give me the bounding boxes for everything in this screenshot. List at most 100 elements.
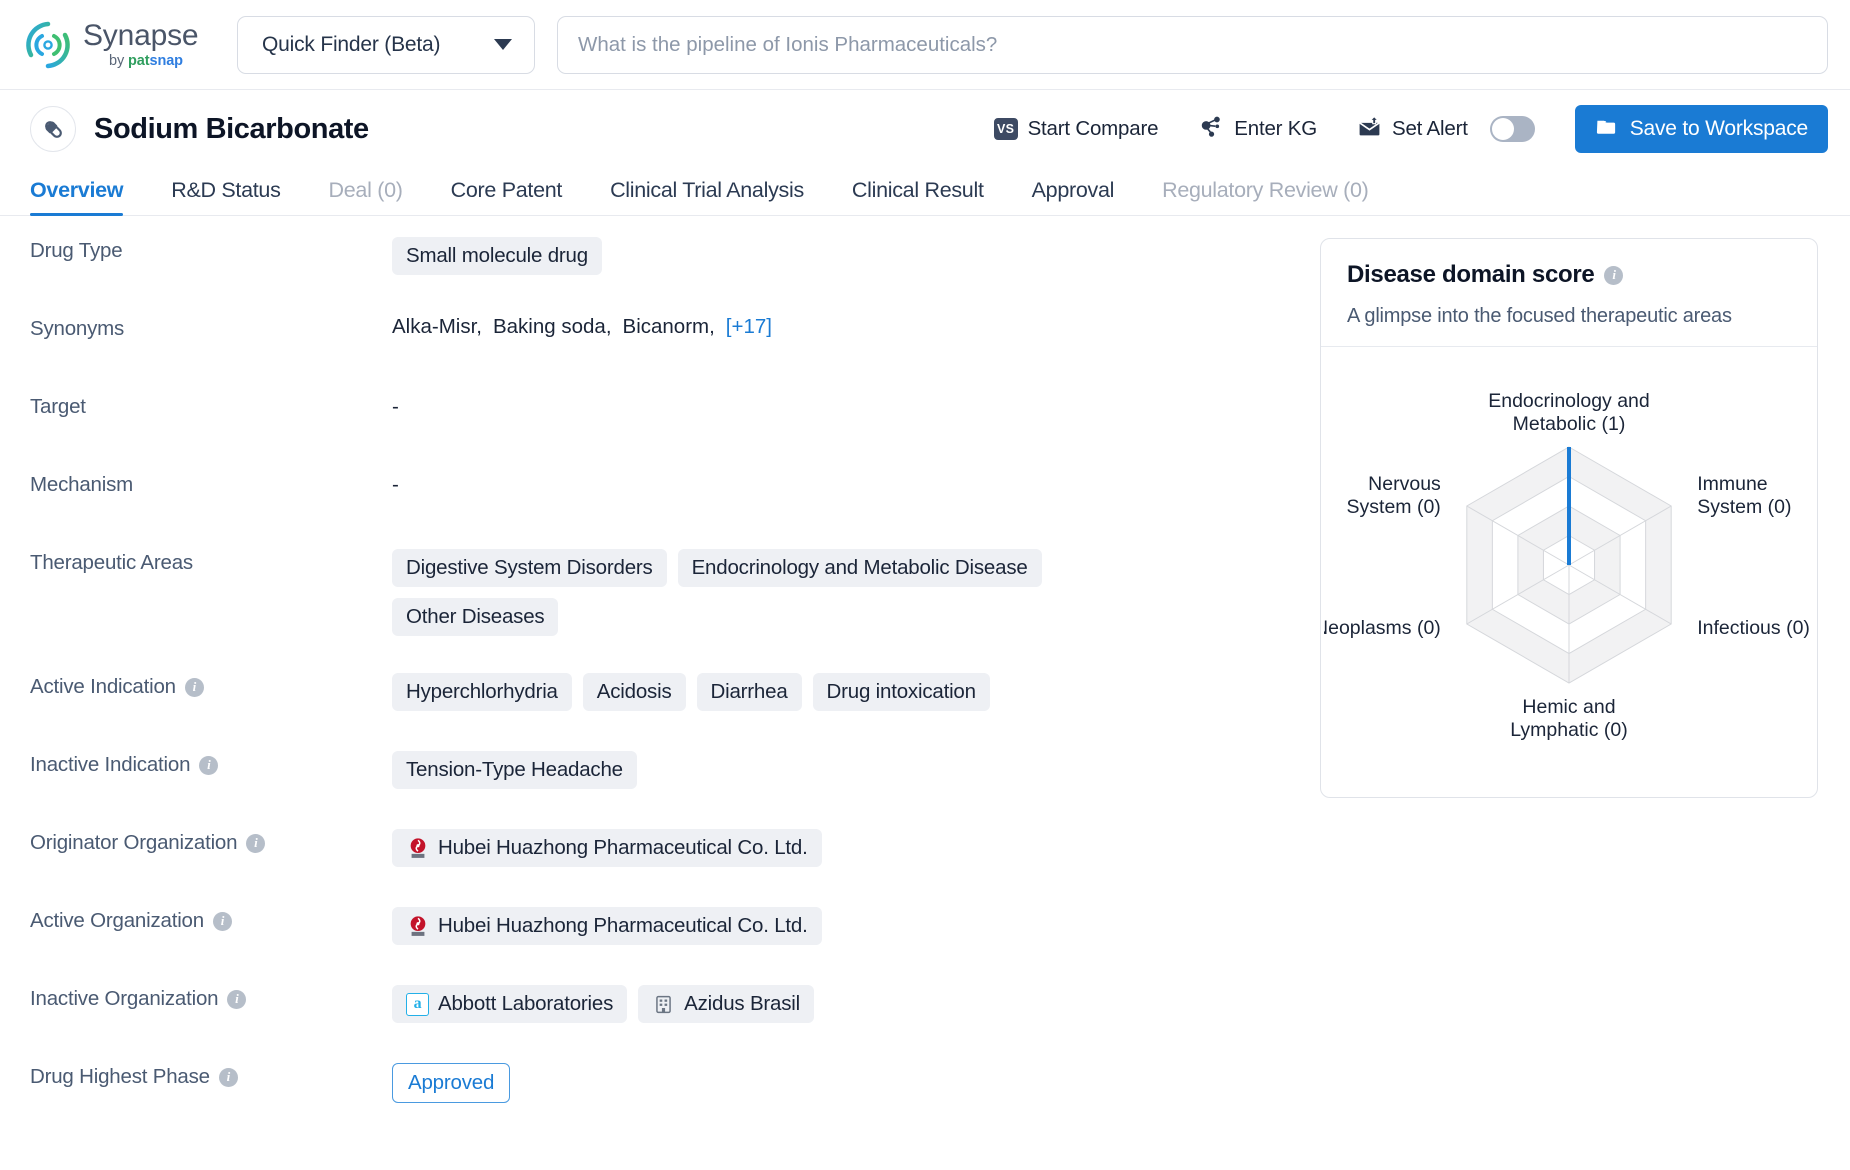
tab-overview[interactable]: Overview	[30, 178, 147, 216]
tab-clinical-trial-analysis[interactable]: Clinical Trial Analysis	[586, 178, 828, 215]
field-inactive-indication: Inactive Indication i Tension-Type Heada…	[30, 748, 1320, 792]
info-icon[interactable]: i	[227, 989, 247, 1009]
chip-inactive-organization[interactable]: a Abbott Laboratories	[392, 985, 628, 1023]
top-bar: Synapse by patsnap Quick Finder (Beta)	[0, 0, 1850, 90]
quick-finder-label: Quick Finder (Beta)	[262, 32, 441, 56]
field-label-therapeutic-areas: Therapeutic Areas	[30, 551, 193, 574]
field-label-originator-organization: Originator Organization	[30, 831, 238, 854]
svg-text:NervousSystem (0): Nervous System (0)	[1347, 473, 1442, 518]
disease-domain-score-subtitle: A glimpse into the focused therapeutic a…	[1347, 305, 1732, 327]
chip-active-indication[interactable]: Hyperchlorhydria	[392, 673, 572, 711]
quick-finder-dropdown[interactable]: Quick Finder (Beta)	[237, 15, 535, 74]
info-icon[interactable]: i	[218, 1067, 238, 1087]
field-synonyms: Synonyms Alka-Misr, Baking soda, Bicanor…	[30, 312, 1320, 356]
alert-mail-icon	[1357, 114, 1382, 145]
chip-originator-organization[interactable]: Hubei Huazhong Pharmaceutical Co. Ltd.	[392, 829, 822, 867]
field-active-indication: Active Indication i Hyperchlorhydria Aci…	[30, 670, 1320, 714]
tab-approval[interactable]: Approval	[1008, 178, 1138, 215]
synonyms-more-link[interactable]: [+17]	[726, 315, 772, 339]
set-alert-control[interactable]: Set Alert	[1357, 114, 1535, 145]
chip-active-indication[interactable]: Diarrhea	[696, 673, 802, 711]
svg-text:Neoplasms (0): Neoplasms (0)	[1324, 617, 1441, 639]
chip-therapeutic-area[interactable]: Other Diseases	[392, 598, 559, 636]
chip-drug-type[interactable]: Small molecule drug	[392, 237, 602, 275]
svg-text:ImmuneSystem (0): Immune System (0)	[1697, 473, 1791, 518]
enter-kg-button[interactable]: Enter KG	[1198, 113, 1317, 145]
search-bar[interactable]	[557, 15, 1828, 74]
field-label-inactive-indication: Inactive Indication	[30, 753, 191, 776]
field-label-synonyms: Synonyms	[30, 317, 125, 340]
field-label-drug-highest-phase: Drug Highest Phase	[30, 1065, 210, 1088]
info-icon[interactable]: i	[184, 677, 204, 697]
chip-active-organization[interactable]: Hubei Huazhong Pharmaceutical Co. Ltd.	[392, 907, 822, 945]
overview-body: Drug Type Small molecule drug Synonyms A…	[0, 216, 1850, 1138]
svg-text:Infectious (0): Infectious (0)	[1697, 617, 1810, 639]
info-icon[interactable]: i	[212, 911, 232, 931]
chip-therapeutic-area[interactable]: Digestive System Disorders	[392, 549, 667, 587]
tab-bar: Overview R&D Status Deal (0) Core Patent…	[0, 168, 1850, 216]
field-label-mechanism: Mechanism	[30, 473, 134, 496]
versus-icon: VS	[993, 118, 1018, 140]
brand-name: Synapse	[83, 18, 199, 52]
tab-core-patent[interactable]: Core Patent	[427, 178, 586, 215]
search-input[interactable]	[578, 32, 1807, 57]
svg-text:Endocrinology andMetabolic (1): Endocrinology and Metabolic (1)	[1488, 390, 1650, 435]
tab-clinical-result[interactable]: Clinical Result	[828, 178, 1008, 215]
brand-tagline: by patsnap	[109, 52, 183, 69]
disease-domain-score-title: Disease domain score i	[1347, 261, 1791, 289]
synonym-list: Alka-Misr, Baking soda, Bicanorm, [+17]	[392, 315, 772, 339]
chip-inactive-organization[interactable]: Azidus Brasil	[638, 985, 815, 1023]
chevron-down-icon	[494, 39, 512, 50]
disease-domain-radar-chart: Endocrinology and Metabolic (1) Immune Syst…	[1321, 347, 1817, 773]
set-alert-label: Set Alert	[1392, 117, 1468, 140]
field-label-target: Target	[30, 395, 86, 418]
info-icon[interactable]: i	[1604, 265, 1624, 285]
field-drug-highest-phase: Drug Highest Phase i Approved	[30, 1060, 1320, 1104]
chip-active-indication[interactable]: Drug intoxication	[812, 673, 990, 711]
chip-inactive-indication[interactable]: Tension-Type Headache	[392, 751, 637, 789]
field-label-active-organization: Active Organization	[30, 909, 204, 932]
drug-header: Sodium Bicarbonate VS Start Compare Ente…	[0, 90, 1850, 168]
pill-icon	[30, 106, 76, 152]
organization-name: Hubei Huazhong Pharmaceutical Co. Ltd.	[438, 914, 808, 937]
start-compare-label: Start Compare	[1027, 117, 1159, 140]
hubei-red-logo-icon	[406, 915, 429, 938]
field-label-drug-type: Drug Type	[30, 239, 123, 262]
set-alert-toggle[interactable]	[1489, 116, 1535, 142]
hubei-red-logo-icon	[406, 837, 429, 860]
info-icon[interactable]: i	[246, 833, 266, 853]
svg-text:Hemic andLymphatic (0): Hemic and Lymphatic (0)	[1510, 696, 1627, 741]
synonym-item: Bicanorm,	[622, 315, 715, 338]
status-badge-approved[interactable]: Approved	[392, 1063, 511, 1103]
start-compare-button[interactable]: VS Start Compare	[993, 117, 1159, 141]
chip-active-indication[interactable]: Acidosis	[582, 673, 686, 711]
field-therapeutic-areas: Therapeutic Areas Digestive System Disor…	[30, 546, 1320, 636]
tab-rd-status[interactable]: R&D Status	[147, 178, 304, 215]
save-to-workspace-button[interactable]: Save to Workspace	[1574, 105, 1828, 153]
synapse-logo-icon	[22, 19, 74, 71]
disease-domain-score-card: Disease domain score i A glimpse into th…	[1320, 238, 1818, 798]
save-to-workspace-label: Save to Workspace	[1629, 117, 1809, 140]
field-inactive-organization: Inactive Organization i a Abbott Laborat…	[30, 982, 1320, 1026]
field-target: Target -	[30, 390, 1320, 434]
radar-svg: Endocrinology and Metabolic (1) Immune Syst…	[1324, 390, 1810, 741]
detail-field-list: Drug Type Small molecule drug Synonyms A…	[0, 234, 1320, 1138]
field-label-active-indication: Active Indication	[30, 675, 176, 698]
value-target: -	[392, 395, 399, 418]
page-title: Sodium Bicarbonate	[94, 112, 369, 145]
tab-regulatory-review[interactable]: Regulatory Review (0)	[1138, 178, 1392, 215]
abbott-logo-icon: a	[406, 992, 429, 1016]
field-originator-organization: Originator Organization i Hubei Huazhong…	[30, 826, 1320, 870]
organization-name: Azidus Brasil	[684, 992, 801, 1015]
knowledge-graph-icon	[1198, 113, 1224, 145]
value-mechanism: -	[392, 473, 399, 496]
field-active-organization: Active Organization i Hubei Huazhong Pha…	[30, 904, 1320, 948]
field-drug-type: Drug Type Small molecule drug	[30, 234, 1320, 278]
chip-therapeutic-area[interactable]: Endocrinology and Metabolic Disease	[677, 549, 1042, 587]
field-label-inactive-organization: Inactive Organization	[30, 987, 219, 1010]
field-mechanism: Mechanism -	[30, 468, 1320, 512]
enter-kg-label: Enter KG	[1234, 117, 1317, 140]
brand-logo[interactable]: Synapse by patsnap	[22, 19, 237, 71]
tab-deal[interactable]: Deal (0)	[305, 178, 427, 215]
info-icon[interactable]: i	[199, 755, 219, 775]
